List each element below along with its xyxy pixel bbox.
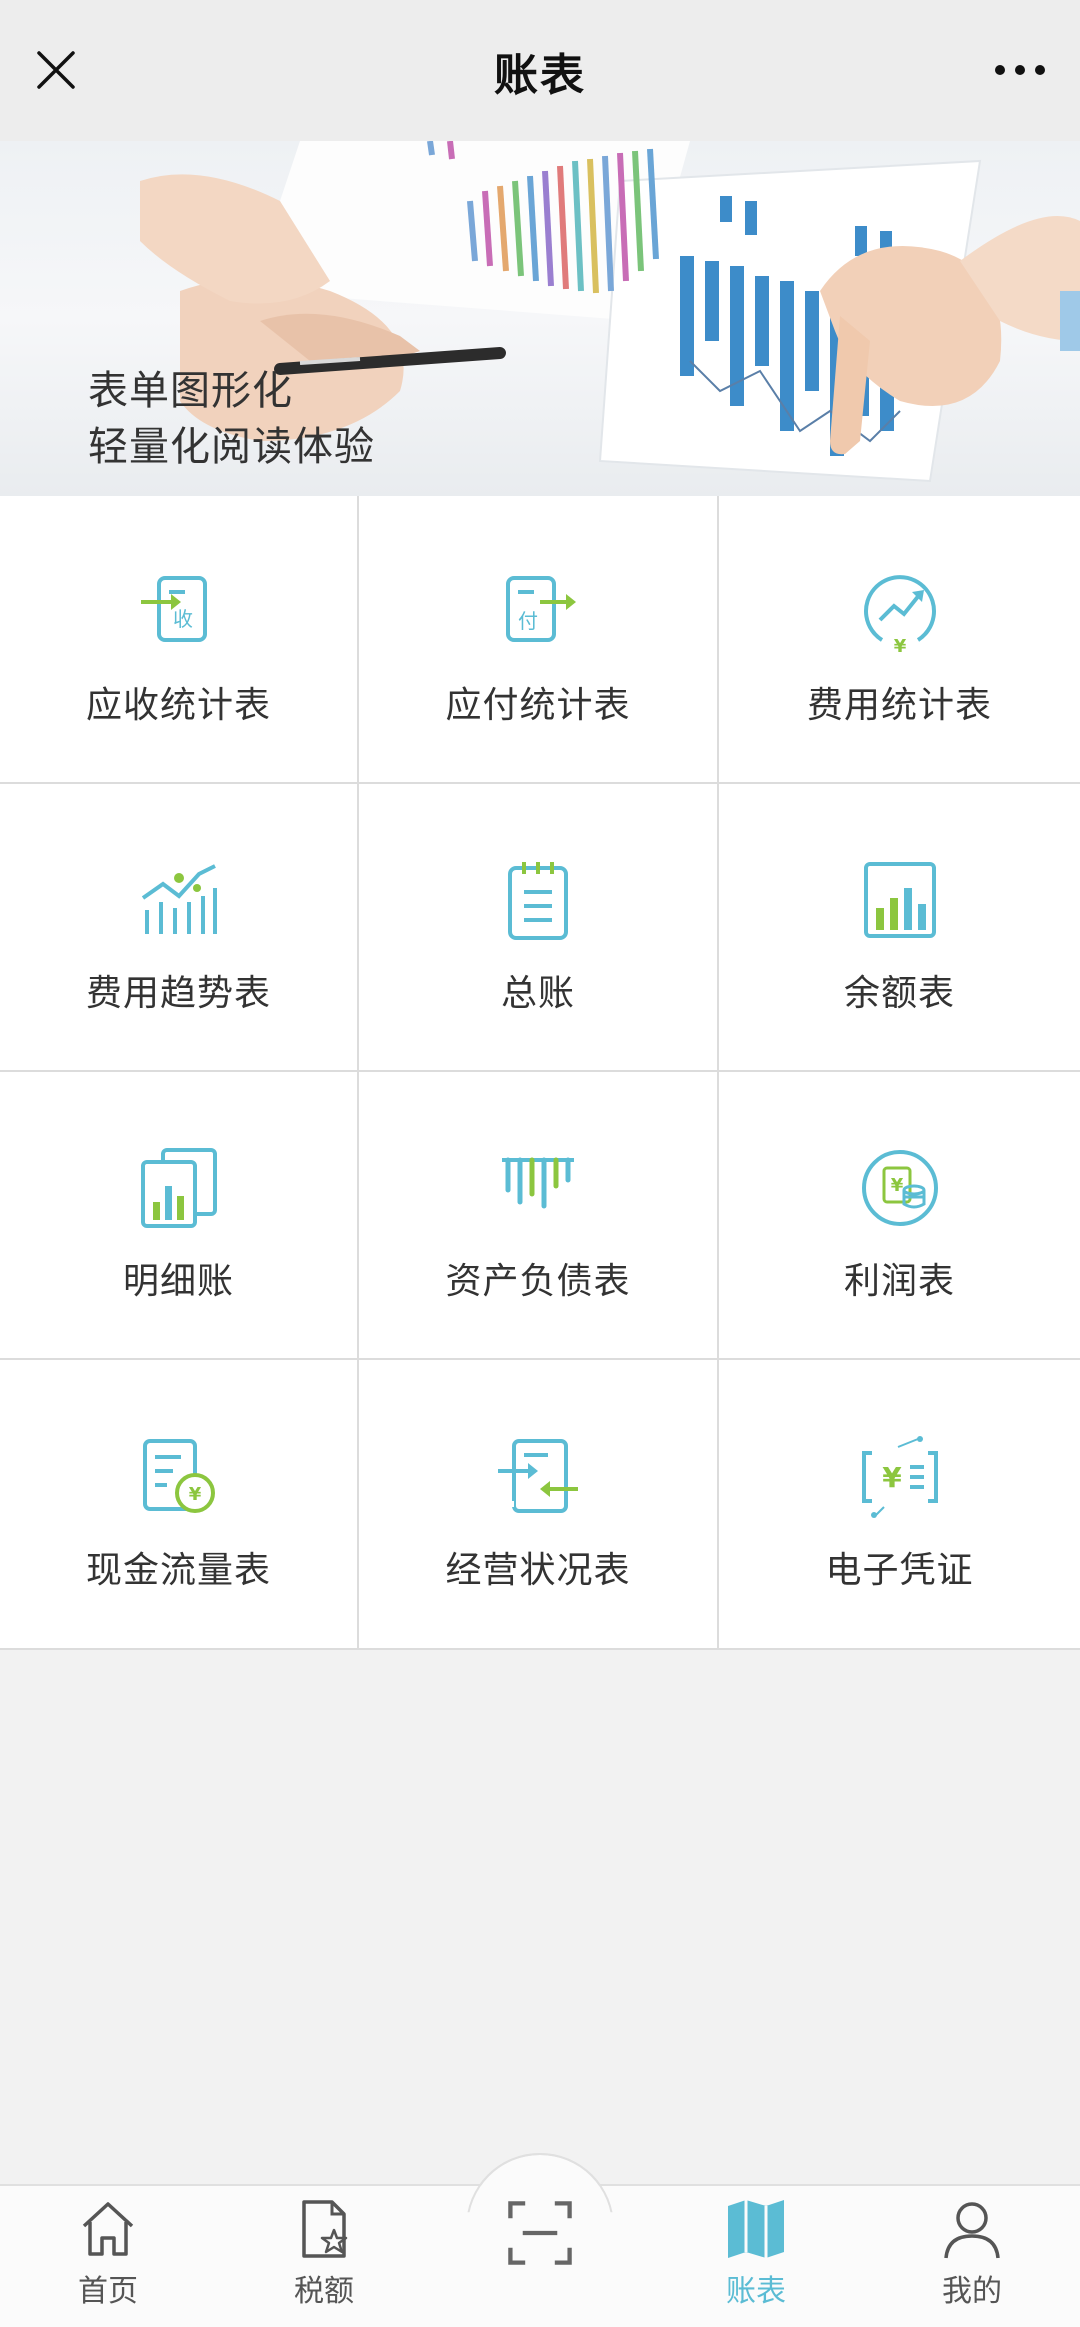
tax-doc-icon <box>302 2200 348 2258</box>
grid-item-cashflow[interactable]: ¥ 现金流量表 <box>0 1360 359 1648</box>
more-dots-icon <box>995 65 1045 75</box>
tab-label: 税额 <box>294 2274 354 2309</box>
tab-mine[interactable]: 我的 <box>897 2196 1047 2316</box>
yuan-char: ¥ <box>890 1175 903 1196</box>
grid-item-label: 应收统计表 <box>85 685 271 726</box>
receivable-doc-icon: 收 <box>140 576 207 642</box>
banner-caption-line2: 轻量化阅读体验 <box>88 424 375 470</box>
banner-caption-line1: 表单图形化 <box>88 368 293 414</box>
operations-doc-icon <box>498 1439 578 1513</box>
grid-item-income-statement[interactable]: ¥ 利润表 <box>719 1072 1080 1360</box>
home-icon <box>82 2202 134 2256</box>
page: 账表 表单图形化 轻量化阅读体验 收 应收统计表 付 应付统计表 ¥ 费用统计表… <box>0 0 1080 2327</box>
grid-item-payable-stats[interactable]: 付 应付统计表 <box>359 496 719 784</box>
more-button[interactable] <box>984 42 1056 98</box>
tab-label: 首页 <box>78 2274 138 2309</box>
expense-trend-icon <box>141 864 217 934</box>
receivable-char: 收 <box>173 607 193 631</box>
payable-char: 付 <box>518 609 538 633</box>
grid-item-general-ledger[interactable]: 总账 <box>359 784 719 1072</box>
yuan-char: ¥ <box>893 636 906 654</box>
grid-item-balance-sheet-summary[interactable]: 余额表 <box>719 784 1080 1072</box>
profit-coin-icon: ¥ <box>861 1150 938 1226</box>
grid-item-expense-stats[interactable]: ¥ 费用统计表 <box>719 496 1080 784</box>
grid-item-label: 余额表 <box>843 973 955 1014</box>
page-title: 账表 <box>494 49 586 101</box>
balance-sheet-icon <box>502 1157 574 1209</box>
tab-label: 我的 <box>942 2274 1002 2309</box>
grid-item-expense-trend[interactable]: 费用趋势表 <box>0 784 359 1072</box>
grid-item-label: 经营状况表 <box>445 1550 631 1591</box>
grid-item-label: 现金流量表 <box>85 1550 271 1591</box>
grid-item-detail-ledger[interactable]: 明细账 <box>0 1072 359 1360</box>
grid-item-balance-sheet[interactable]: 资产负债表 <box>359 1072 719 1360</box>
tab-tax[interactable]: 税额 <box>249 2196 399 2316</box>
ledger-notepad-icon <box>508 862 568 940</box>
tab-home[interactable]: 首页 <box>33 2196 183 2316</box>
banner[interactable]: 表单图形化 轻量化阅读体验 <box>0 141 1080 496</box>
tab-accounts[interactable]: 账表 <box>681 2196 831 2316</box>
detail-ledger-icon <box>140 1148 217 1228</box>
close-icon <box>37 51 75 89</box>
tab-label: 账表 <box>726 2274 786 2309</box>
scan-icon <box>508 2201 572 2265</box>
banner-caption: 表单图形化 轻量化阅读体验 <box>88 363 375 475</box>
user-icon <box>944 2202 1000 2259</box>
grid-item-operating-status[interactable]: 经营状况表 <box>359 1360 719 1648</box>
grid-item-label: 明细账 <box>122 1261 234 1302</box>
expense-trend-circle-icon: ¥ <box>863 575 936 654</box>
cashflow-doc-icon: ¥ <box>142 1439 215 1513</box>
e-voucher-icon: ¥ <box>861 1436 938 1518</box>
report-grid: 收 应收统计表 付 应付统计表 ¥ 费用统计表 费用趋势表 总账 余额表 明细账… <box>0 496 1080 1650</box>
yuan-char: ¥ <box>882 1461 902 1494</box>
grid-item-label: 费用趋势表 <box>85 973 271 1014</box>
grid-item-label: 利润表 <box>843 1261 955 1302</box>
grid-item-e-voucher[interactable]: ¥ 电子凭证 <box>719 1360 1080 1648</box>
payable-doc-icon: 付 <box>506 576 576 642</box>
yuan-char: ¥ <box>188 1484 201 1505</box>
grid-item-receivable-stats[interactable]: 收 应收统计表 <box>0 496 359 784</box>
grid-item-label: 电子凭证 <box>825 1550 974 1591</box>
map-book-icon <box>728 2200 784 2258</box>
close-button[interactable] <box>28 42 84 98</box>
grid-item-label: 总账 <box>500 973 575 1014</box>
top-bar: 账表 <box>0 0 1080 141</box>
grid-item-label: 资产负债表 <box>445 1261 631 1302</box>
balance-bar-chart-icon <box>863 862 936 938</box>
scan-icon-wrapper[interactable] <box>503 2196 577 2274</box>
grid-item-label: 费用统计表 <box>806 685 992 726</box>
grid-item-label: 应付统计表 <box>445 685 631 726</box>
